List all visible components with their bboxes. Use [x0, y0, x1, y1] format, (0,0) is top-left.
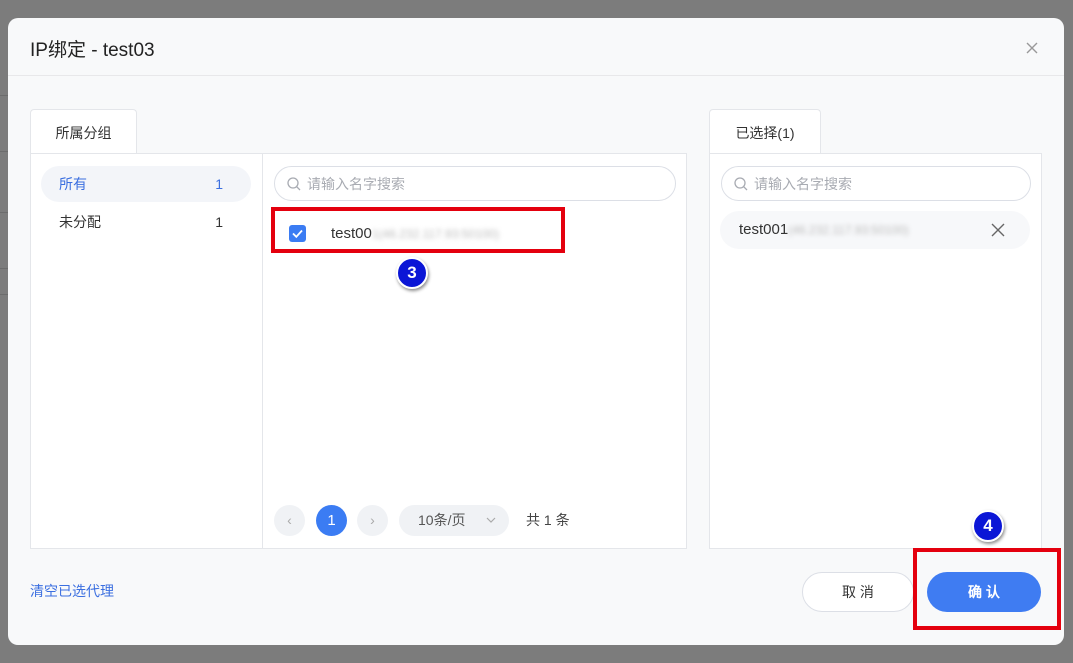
- selected-proxy-label: test001(46.232.117.93:50100): [739, 211, 909, 249]
- page-number-button[interactable]: 1: [316, 505, 347, 536]
- step-marker-4: 4: [972, 510, 1004, 542]
- selected-proxy-item: test001(46.232.117.93:50100): [720, 211, 1030, 249]
- search-input[interactable]: [754, 168, 1018, 199]
- page-size-label: 10条/页: [418, 512, 466, 528]
- search-icon: [734, 177, 748, 191]
- highlight-box-item: [271, 207, 565, 253]
- proxy-name: test001: [739, 221, 789, 238]
- next-page-button[interactable]: ›: [357, 505, 388, 536]
- chevron-down-icon: [486, 517, 496, 523]
- tab-groups[interactable]: 所属分组: [30, 109, 137, 155]
- clear-selected-link[interactable]: 清空已选代理: [30, 581, 114, 601]
- group-label: 所有: [59, 176, 87, 192]
- group-count: 1: [215, 214, 223, 230]
- close-icon[interactable]: [1024, 40, 1040, 56]
- prev-page-button[interactable]: ‹: [274, 505, 305, 536]
- group-label: 未分配: [59, 214, 101, 230]
- dialog-title: IP绑定 - test03: [30, 40, 155, 61]
- group-item-unassigned[interactable]: 未分配 1: [41, 204, 251, 240]
- group-list: 所有 1 未分配 1: [31, 154, 263, 548]
- search-input[interactable]: [307, 168, 663, 199]
- highlight-box-confirm: [913, 548, 1061, 630]
- close-icon[interactable]: [990, 222, 1006, 238]
- search-icon: [287, 177, 301, 191]
- ip-binding-dialog: IP绑定 - test03 所属分组 已选择(1) 所有 1 未分配 1 请输入…: [8, 18, 1064, 645]
- step-marker-3: 3: [396, 257, 428, 289]
- dialog-header: IP绑定 - test03: [8, 18, 1064, 76]
- search-box-candidates: [274, 166, 676, 201]
- cancel-button[interactable]: 取 消: [802, 572, 914, 612]
- group-item-all[interactable]: 所有 1: [41, 166, 251, 202]
- tab-selected[interactable]: 已选择(1): [709, 109, 821, 155]
- search-box-selected: [721, 166, 1031, 201]
- proxy-address-blurred: (46.232.117.93:50100): [788, 223, 909, 237]
- background-edge: [0, 0, 8, 663]
- pagination-total: 共 1 条: [526, 512, 570, 528]
- page-size-select[interactable]: 10条/页: [399, 505, 509, 536]
- group-count: 1: [215, 176, 223, 192]
